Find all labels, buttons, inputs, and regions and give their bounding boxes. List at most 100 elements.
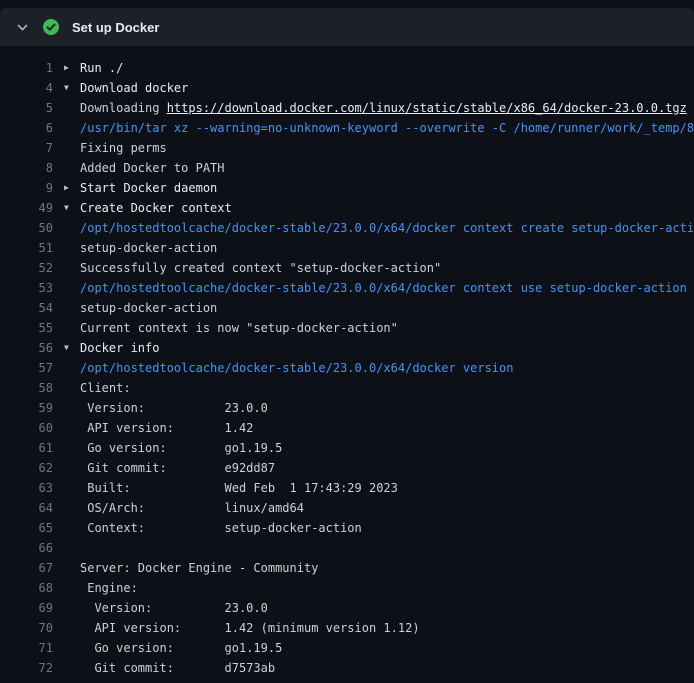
log-gutter-spacer	[64, 458, 80, 478]
log-text: Start Docker daemon	[80, 178, 694, 198]
log-text: Context: setup-docker-action	[80, 518, 694, 538]
log-gutter-spacer	[64, 238, 80, 258]
line-number[interactable]: 65	[0, 518, 53, 538]
line-number[interactable]: 56	[0, 338, 53, 358]
log-line: 67 Server: Docker Engine - Community	[0, 558, 694, 578]
log-line: 4 ▼Download docker	[0, 78, 694, 98]
log-line: 65 Context: setup-docker-action	[0, 518, 694, 538]
log-segment: Create Docker context	[80, 201, 232, 215]
log-gutter-spacer	[64, 98, 80, 118]
log-line: 51 setup-docker-action	[0, 238, 694, 258]
log-gutter-spacer	[64, 138, 80, 158]
log-line: 8Added Docker to PATH	[0, 158, 694, 178]
log-text: /usr/bin/tar xz --warning=no-unknown-key…	[80, 118, 694, 138]
log-text: Server: Docker Engine - Community	[80, 558, 694, 578]
line-number[interactable]: 63	[0, 478, 53, 498]
disclosure-triangle-icon[interactable]: ▼	[64, 78, 80, 98]
log-gutter-spacer	[64, 418, 80, 438]
log-segment: Download docker	[80, 81, 188, 95]
log-gutter-spacer	[64, 318, 80, 338]
disclosure-triangle-icon[interactable]: ▶	[64, 58, 80, 78]
line-number[interactable]: 50	[0, 218, 53, 238]
line-number[interactable]: 70	[0, 618, 53, 638]
log-text: Downloading https://download.docker.com/…	[80, 98, 694, 118]
line-number[interactable]: 51	[0, 238, 53, 258]
disclosure-triangle-icon[interactable]: ▼	[64, 198, 80, 218]
disclosure-triangle-icon[interactable]: ▼	[64, 338, 80, 358]
line-number[interactable]: 64	[0, 498, 53, 518]
log-line: 68 Engine:	[0, 578, 694, 598]
line-number[interactable]: 55	[0, 318, 53, 338]
log-segment: Client:	[80, 381, 131, 395]
log-gutter-spacer	[64, 598, 80, 618]
disclosure-triangle-icon[interactable]: ▶	[64, 178, 80, 198]
log-segment: Go version: go1.19.5	[80, 441, 282, 455]
line-number[interactable]: 5	[0, 98, 53, 118]
line-number[interactable]: 7	[0, 138, 53, 158]
line-number[interactable]: 59	[0, 398, 53, 418]
step-header[interactable]: Set up Docker	[0, 8, 694, 46]
line-number[interactable]: 69	[0, 598, 53, 618]
log-line: 60 API version: 1.42	[0, 418, 694, 438]
log-text: Git commit: d7573ab	[80, 658, 694, 678]
line-number[interactable]: 49	[0, 198, 53, 218]
log-text: API version: 1.42 (minimum version 1.12)	[80, 618, 694, 638]
line-number[interactable]: 58	[0, 378, 53, 398]
log-text: Go version: go1.19.5	[80, 638, 694, 658]
log-segment: API version: 1.42	[80, 421, 253, 435]
line-number[interactable]: 9	[0, 178, 53, 198]
line-number[interactable]: 71	[0, 638, 53, 658]
log-segment: setup-docker-action	[80, 301, 217, 315]
log-segment: Server: Docker Engine - Community	[80, 561, 318, 575]
log-line: 9 ▶Start Docker daemon	[0, 178, 694, 198]
log-line: 6/usr/bin/tar xz --warning=no-unknown-ke…	[0, 118, 694, 138]
log-segment: Start Docker daemon	[80, 181, 217, 195]
log-segment: Docker info	[80, 341, 159, 355]
log-line: 59 Version: 23.0.0	[0, 398, 694, 418]
line-number[interactable]: 67	[0, 558, 53, 578]
log-text: Version: 23.0.0	[80, 398, 694, 418]
log-segment: OS/Arch: linux/amd64	[80, 501, 304, 515]
log-segment: /usr/bin/tar xz --warning=no-unknown-key…	[80, 121, 694, 135]
line-number[interactable]: 52	[0, 258, 53, 278]
line-number[interactable]: 68	[0, 578, 53, 598]
log-line: 5 Downloading https://download.docker.com…	[0, 98, 694, 118]
line-number[interactable]: 61	[0, 438, 53, 458]
log-gutter-spacer	[64, 518, 80, 538]
line-number[interactable]: 53	[0, 278, 53, 298]
log-line: 54 setup-docker-action	[0, 298, 694, 318]
log-line: 52Successfully created context "setup-do…	[0, 258, 694, 278]
line-number[interactable]: 54	[0, 298, 53, 318]
line-number[interactable]: 72	[0, 658, 53, 678]
log-text: Download docker	[80, 78, 694, 98]
log-segment: Run ./	[80, 61, 123, 75]
line-number[interactable]: 4	[0, 78, 53, 98]
line-number[interactable]: 62	[0, 458, 53, 478]
line-number[interactable]: 66	[0, 538, 53, 558]
log-line: 62 Git commit: e92dd87	[0, 458, 694, 478]
log-link[interactable]: https://download.docker.com/linux/static…	[167, 101, 687, 115]
log-gutter-spacer	[64, 538, 80, 558]
log-text: OS/Arch: linux/amd64	[80, 498, 694, 518]
log-text: Fixing perms	[80, 138, 694, 158]
log-text: Current context is now "setup-docker-act…	[80, 318, 694, 338]
log-gutter-spacer	[64, 618, 80, 638]
log-text: /opt/hostedtoolcache/docker-stable/23.0.…	[80, 278, 694, 298]
log-text: Docker info	[80, 338, 694, 358]
line-number[interactable]: 57	[0, 358, 53, 378]
log-text: Go version: go1.19.5	[80, 438, 694, 458]
log-segment: /opt/hostedtoolcache/docker-stable/23.0.…	[80, 361, 513, 375]
line-number[interactable]: 60	[0, 418, 53, 438]
log-text: setup-docker-action	[80, 238, 694, 258]
log-line: 53/opt/hostedtoolcache/docker-stable/23.…	[0, 278, 694, 298]
actions-log-viewer: Set up Docker 1▶Run ./4▼Download docker5…	[0, 0, 694, 683]
log-segment: Version: 23.0.0	[80, 601, 268, 615]
log-text: /opt/hostedtoolcache/docker-stable/23.0.…	[80, 218, 694, 238]
log-text	[80, 538, 694, 558]
log-line: 1 ▶Run ./	[0, 58, 694, 78]
line-number[interactable]: 1	[0, 58, 53, 78]
log-segment: Downloading	[80, 101, 167, 115]
line-number[interactable]: 8	[0, 158, 53, 178]
line-number[interactable]: 6	[0, 118, 53, 138]
chevron-down-icon[interactable]	[16, 21, 29, 34]
